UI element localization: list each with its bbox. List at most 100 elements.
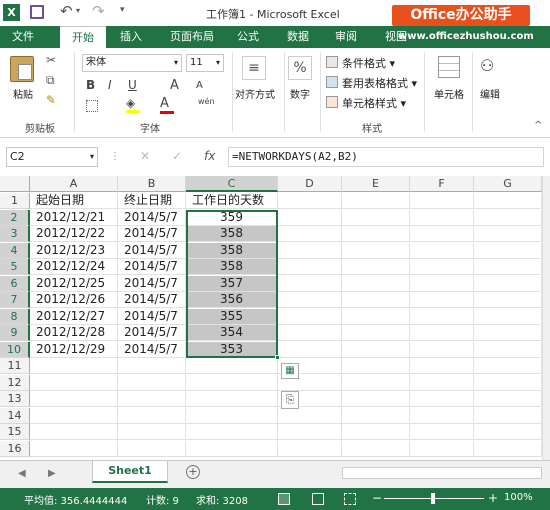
cell[interactable] — [474, 226, 542, 242]
percent-icon[interactable]: % — [288, 56, 312, 80]
paste-button[interactable]: 粘贴 — [8, 86, 38, 101]
row-header[interactable]: 14 — [0, 407, 30, 424]
date-cell[interactable]: 2014/5/7 — [118, 275, 186, 292]
excel-logo-icon[interactable]: X — [3, 4, 20, 21]
tab-page-layout[interactable]: 页面布局 — [160, 26, 224, 48]
result-cell[interactable]: 358 — [186, 226, 278, 242]
cell[interactable] — [342, 275, 410, 292]
date-cell[interactable]: 2014/5/7 — [118, 209, 186, 226]
options-icon[interactable]: ⋮ — [110, 151, 120, 162]
conditional-format-button[interactable]: 条件格式 ▾ — [342, 55, 395, 71]
underline-button[interactable]: U — [128, 78, 137, 92]
row-header[interactable]: 13 — [0, 391, 30, 407]
cell[interactable] — [474, 341, 542, 358]
save-icon[interactable] — [30, 5, 44, 19]
redo-icon[interactable]: ↷ — [92, 2, 105, 20]
select-all-corner[interactable] — [0, 176, 30, 192]
cell[interactable] — [30, 407, 118, 424]
copy-icon[interactable]: ⧉ — [46, 73, 55, 88]
cell[interactable] — [278, 193, 342, 209]
cell[interactable] — [278, 209, 342, 226]
undo-icon[interactable]: ↶ — [60, 2, 73, 20]
cell[interactable] — [410, 440, 474, 457]
cell[interactable] — [118, 407, 186, 424]
cell[interactable] — [30, 440, 118, 457]
cell[interactable] — [186, 424, 278, 440]
cell[interactable] — [342, 424, 410, 440]
borders-icon[interactable] — [86, 100, 98, 112]
date-cell[interactable]: 2012/12/24 — [30, 259, 118, 275]
result-cell[interactable]: 354 — [186, 325, 278, 341]
binoculars-icon[interactable]: ⚇ — [480, 56, 494, 75]
cell[interactable] — [186, 407, 278, 424]
column-header[interactable]: B — [118, 176, 186, 192]
row-header[interactable]: 11 — [0, 358, 30, 374]
page-layout-view-icon[interactable] — [312, 493, 324, 505]
date-cell[interactable]: 2012/12/21 — [30, 209, 118, 226]
cancel-icon[interactable]: ✕ — [140, 149, 150, 163]
format-painter-icon[interactable]: ✎ — [46, 93, 56, 107]
cell[interactable] — [410, 242, 474, 259]
date-cell[interactable]: 2012/12/29 — [30, 341, 118, 358]
cell[interactable] — [410, 209, 474, 226]
cell[interactable] — [342, 391, 410, 407]
cell[interactable] — [342, 308, 410, 325]
cell[interactable] — [186, 374, 278, 391]
font-size-select[interactable]: 11 ▾ — [186, 54, 224, 72]
table-format-button[interactable]: 套用表格格式 ▾ — [342, 75, 417, 91]
date-cell[interactable]: 2012/12/28 — [30, 325, 118, 341]
row-header[interactable]: 9 — [0, 325, 30, 341]
cell[interactable] — [278, 226, 342, 242]
cell[interactable] — [474, 209, 542, 226]
cell[interactable] — [410, 275, 474, 292]
tab-review[interactable]: 审阅 — [326, 26, 366, 48]
date-cell[interactable]: 2012/12/23 — [30, 242, 118, 259]
cell[interactable] — [410, 259, 474, 275]
cell[interactable] — [474, 440, 542, 457]
vertical-scrollbar[interactable] — [542, 176, 550, 460]
date-cell[interactable]: 2014/5/7 — [118, 242, 186, 259]
cell[interactable] — [30, 391, 118, 407]
cell[interactable] — [30, 358, 118, 374]
cell[interactable] — [342, 259, 410, 275]
cell[interactable] — [474, 242, 542, 259]
prev-sheet-icon[interactable]: ◀ — [18, 468, 26, 479]
date-cell[interactable]: 2014/5/7 — [118, 259, 186, 275]
normal-view-icon[interactable] — [278, 493, 290, 505]
collapse-ribbon-icon[interactable]: ^ — [534, 120, 542, 131]
result-cell[interactable]: 353 — [186, 341, 278, 358]
cell-style-button[interactable]: 单元格样式 ▾ — [342, 95, 406, 111]
cell[interactable] — [342, 193, 410, 209]
fill-color-icon[interactable]: ◈ — [126, 96, 140, 113]
column-header[interactable]: F — [410, 176, 474, 192]
cell[interactable] — [342, 226, 410, 242]
result-cell[interactable]: 357 — [186, 275, 278, 292]
cell[interactable] — [278, 259, 342, 275]
cell[interactable] — [278, 407, 342, 424]
cell[interactable] — [30, 424, 118, 440]
cell[interactable] — [278, 242, 342, 259]
align-icon[interactable]: ≡ — [242, 56, 266, 80]
cell[interactable] — [342, 407, 410, 424]
cell[interactable] — [186, 391, 278, 407]
name-box[interactable]: C2 ▾ — [6, 147, 98, 167]
increase-font-button[interactable]: A — [170, 78, 179, 93]
date-cell[interactable]: 2014/5/7 — [118, 325, 186, 341]
alignment-button[interactable]: 对齐方式 — [228, 86, 282, 101]
cell[interactable] — [474, 308, 542, 325]
cell[interactable] — [410, 193, 474, 209]
cell[interactable] — [342, 292, 410, 308]
insert-function-button[interactable]: fx — [204, 149, 215, 163]
undo-dropdown-icon[interactable]: ▾ — [76, 6, 80, 15]
date-cell[interactable]: 2012/12/22 — [30, 226, 118, 242]
cell[interactable] — [410, 391, 474, 407]
cell[interactable] — [30, 374, 118, 391]
cell[interactable] — [186, 440, 278, 457]
cell[interactable] — [342, 325, 410, 341]
cells-icon[interactable] — [438, 56, 460, 78]
customize-qat-icon[interactable]: ▾ — [120, 5, 125, 15]
page-break-view-icon[interactable] — [344, 493, 356, 505]
decrease-font-button[interactable]: A — [196, 80, 203, 91]
sheet-tab-sheet1[interactable]: Sheet1 — [92, 461, 168, 483]
cell[interactable] — [278, 275, 342, 292]
